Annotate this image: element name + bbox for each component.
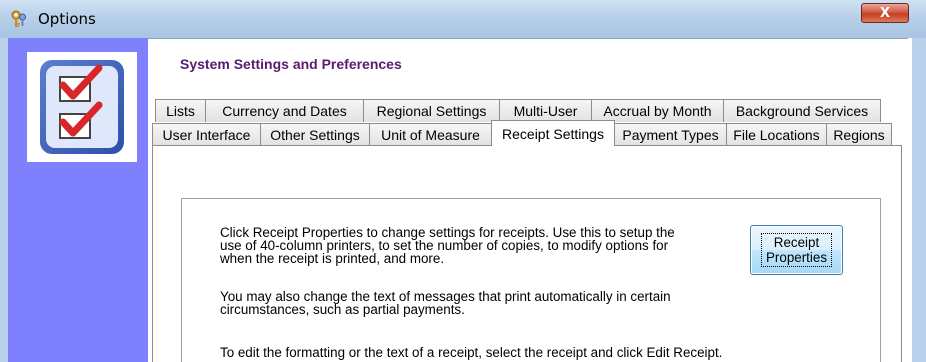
tab-regions[interactable]: Regions xyxy=(826,123,892,146)
keys-icon xyxy=(11,10,26,27)
close-button[interactable]: X xyxy=(861,3,909,23)
window-title: Options xyxy=(38,10,96,28)
description-paragraph-2: You may also change the text of messages… xyxy=(220,290,671,316)
window-frame-right xyxy=(912,38,926,362)
paragraph-line: circumstances, such as partial payments. xyxy=(220,302,465,317)
tab-other-settings[interactable]: Other Settings xyxy=(260,123,370,146)
receipt-properties-button[interactable]: Receipt Properties xyxy=(750,225,843,275)
page-title: System Settings and Preferences xyxy=(180,56,402,72)
tab-file-locations[interactable]: File Locations xyxy=(726,123,827,146)
tab-receipt-settings[interactable]: Receipt Settings xyxy=(491,120,615,146)
tab-unit-of-measure[interactable]: Unit of Measure xyxy=(369,123,492,146)
tab-multi-user[interactable]: Multi-User xyxy=(499,99,592,122)
description-paragraph-3: To edit the formatting or the text of a … xyxy=(220,345,723,360)
window-frame-left xyxy=(0,38,8,362)
close-icon: X xyxy=(879,5,891,21)
tab-currency-and-dates[interactable]: Currency and Dates xyxy=(205,99,364,122)
tab-row-2: User Interface Other Settings Unit of Me… xyxy=(152,120,892,146)
checklist-icon xyxy=(27,52,137,162)
button-label-line-2: Properties xyxy=(765,250,828,265)
button-focus-ring: Receipt Properties xyxy=(760,233,833,267)
tab-regional-settings[interactable]: Regional Settings xyxy=(363,99,500,122)
tab-lists[interactable]: Lists xyxy=(155,99,206,122)
tab-accrual-by-month[interactable]: Accrual by Month xyxy=(591,99,724,122)
description-paragraph-1: Click Receipt Properties to change setti… xyxy=(220,226,675,265)
tab-user-interface[interactable]: User Interface xyxy=(152,123,261,146)
paragraph-line: when the receipt is printed, and more. xyxy=(220,251,445,266)
button-label-line-1: Receipt xyxy=(773,235,820,250)
tab-payment-types[interactable]: Payment Types xyxy=(614,123,727,146)
receipt-settings-group xyxy=(181,198,881,362)
tab-row-1: Lists Currency and Dates Regional Settin… xyxy=(155,99,881,122)
title-bar: Options X xyxy=(0,0,926,39)
tab-background-services[interactable]: Background Services xyxy=(723,99,881,122)
